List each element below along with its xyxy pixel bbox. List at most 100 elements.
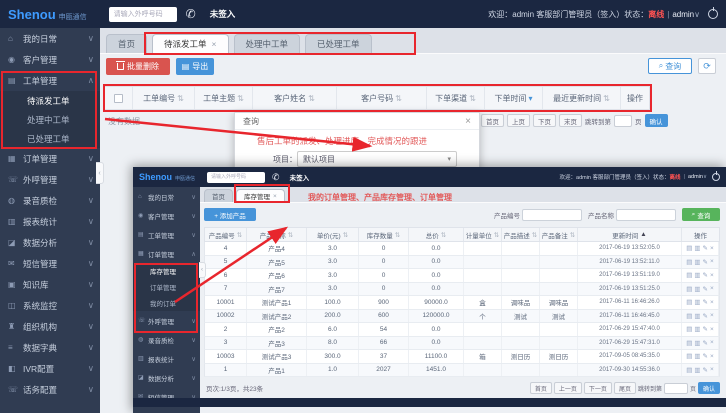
table-row[interactable]: 10002测试产品2200.0600120000.0个测试测试2017-06-1…: [204, 310, 720, 324]
pager-prev-button[interactable]: 上一页: [554, 382, 582, 394]
column-header[interactable]: 总价⇅: [409, 228, 464, 241]
edit-icon[interactable]: ✎: [703, 298, 708, 306]
phone-icon[interactable]: ✆: [186, 7, 196, 21]
delete-icon[interactable]: ×: [710, 353, 714, 360]
pager-prev-button[interactable]: 上页: [507, 114, 530, 127]
stock-icon[interactable]: ▥: [694, 352, 700, 360]
sidebar-item-outbound-management[interactable]: ☏外呼管理∨: [133, 311, 200, 330]
stock-icon[interactable]: ▥: [694, 271, 700, 279]
table-row[interactable]: 6产品63.000.02017-06-19 13:51:19.0▤▥✎×: [204, 269, 720, 283]
sidebar-item-system-monitor[interactable]: ◫系统监控∨: [0, 295, 100, 316]
edit-icon[interactable]: ✎: [703, 244, 708, 252]
export-button[interactable]: ▤ 导出: [176, 58, 214, 75]
detail-icon[interactable]: ▤: [686, 366, 692, 374]
phone-icon[interactable]: ✆: [272, 172, 280, 183]
sidebar-subitem-my-orders[interactable]: 我的订单: [133, 295, 200, 311]
column-header[interactable]: 单价(元)⇅: [307, 228, 359, 241]
sidebar-item-my-daily[interactable]: ⌂我的日常∨: [0, 28, 100, 49]
sidebar-item-telephony-config[interactable]: ☏话务配置∨: [0, 379, 100, 400]
pager-next-button[interactable]: 下一页: [584, 382, 612, 394]
column-header[interactable]: 产品备注⇅: [540, 228, 578, 241]
sidebar-item-organization[interactable]: ♜组织机构∨: [0, 316, 100, 337]
edit-icon[interactable]: ✎: [703, 312, 708, 320]
sidebar-subitem-pending-workorders[interactable]: 待派发工单: [0, 91, 100, 110]
sidebar-item-data-analysis[interactable]: ◪数据分析∨: [133, 368, 200, 387]
pager-confirm-button[interactable]: 确认: [645, 114, 668, 127]
stock-icon[interactable]: ▥: [694, 366, 700, 374]
tab-home[interactable]: 首页: [106, 34, 147, 53]
product-search-button[interactable]: ⌕ 查询: [682, 208, 720, 221]
table-row[interactable]: 1产品11.020271451.02017-09-30 14:55:36.0▤▥…: [204, 364, 720, 378]
power-icon[interactable]: [712, 173, 720, 181]
sidebar-item-my-daily[interactable]: ⌂我的日常∨: [133, 187, 200, 206]
sidebar-item-report-statistics[interactable]: ▥报表统计∨: [133, 349, 200, 368]
sidebar-item-order-management[interactable]: ▦订单管理∨: [0, 148, 100, 169]
pager-jump-input[interactable]: [664, 383, 688, 394]
detail-icon[interactable]: ▤: [686, 325, 692, 333]
column-header[interactable]: 操作: [682, 228, 719, 241]
sidebar-item-data-analysis[interactable]: ◪数据分析∨: [0, 232, 100, 253]
column-header[interactable]: 计量单位⇅: [464, 228, 502, 241]
pager-first-button[interactable]: 首页: [530, 382, 552, 394]
delete-icon[interactable]: ×: [710, 299, 714, 306]
sidebar-item-data-dictionary[interactable]: ≡数据字典∨: [0, 337, 100, 358]
table-row[interactable]: 2产品26.0540.02017-06-29 15:47:40.0▤▥✎×: [204, 323, 720, 337]
search-button[interactable]: ⌕ 查询: [648, 58, 692, 74]
tab-home[interactable]: 首页: [204, 189, 233, 202]
sidebar-item-report-statistics[interactable]: ▥报表统计∨: [0, 211, 100, 232]
dial-number-input[interactable]: [207, 172, 265, 183]
sidebar-subitem-processed-workorders[interactable]: 已处理工单: [0, 129, 100, 148]
column-header[interactable]: 产品编号⇅: [205, 228, 247, 241]
select-all-checkbox[interactable]: [114, 94, 123, 103]
table-row[interactable]: 5产品53.000.02017-06-19 13:52:11.0▤▥✎×: [204, 256, 720, 270]
column-header[interactable]: 下单时间▾: [485, 87, 543, 109]
edit-icon[interactable]: ✎: [703, 258, 708, 266]
batch-delete-button[interactable]: 批量删除: [106, 58, 170, 75]
delete-icon[interactable]: ×: [710, 366, 714, 373]
column-header[interactable]: 工单主题⇅: [195, 87, 253, 109]
close-icon[interactable]: ×: [465, 116, 471, 127]
sidebar-subitem-processing-workorders[interactable]: 处理中工单: [0, 110, 100, 129]
column-header[interactable]: 产品名称⇅: [247, 228, 307, 241]
product-code-input[interactable]: [522, 209, 582, 221]
column-header[interactable]: 客户姓名⇅: [253, 87, 337, 109]
column-header[interactable]: 产品描述⇅: [502, 228, 540, 241]
sidebar-item-knowledge-base[interactable]: ▣知识库∨: [0, 274, 100, 295]
sidebar-subitem-inventory-management[interactable]: 库存管理: [133, 263, 200, 279]
column-header[interactable]: 客户号码⇅: [337, 87, 427, 109]
table-row[interactable]: 10001测试产品1100.090090000.0盒调味品调味品2017-06-…: [204, 296, 720, 310]
tab-pending-workorders[interactable]: 待派发工单×: [152, 34, 228, 53]
pager-first-button[interactable]: 首页: [481, 114, 504, 127]
edit-icon[interactable]: ✎: [703, 339, 708, 347]
column-header[interactable]: 最近更新时间⇅: [543, 87, 621, 109]
stock-icon[interactable]: ▥: [694, 258, 700, 266]
sidebar-item-workorder-management[interactable]: ▤工单管理∧: [0, 70, 100, 91]
delete-icon[interactable]: ×: [710, 326, 714, 333]
stock-icon[interactable]: ▥: [694, 285, 700, 293]
add-product-button[interactable]: + 添加产品: [204, 208, 256, 221]
close-icon[interactable]: ×: [212, 39, 217, 49]
delete-icon[interactable]: ×: [710, 245, 714, 252]
sidebar-item-sms-management[interactable]: ✉短信管理∨: [0, 253, 100, 274]
user-menu[interactable]: admin: [672, 10, 694, 19]
delete-icon[interactable]: ×: [710, 339, 714, 346]
detail-icon[interactable]: ▤: [686, 312, 692, 320]
detail-icon[interactable]: ▤: [686, 285, 692, 293]
sidebar-item-recording-qc[interactable]: ◍录音质检∨: [133, 330, 200, 349]
dial-number-input[interactable]: [109, 7, 177, 22]
delete-icon[interactable]: ×: [710, 285, 714, 292]
edit-icon[interactable]: ✎: [703, 271, 708, 279]
detail-icon[interactable]: ▤: [686, 298, 692, 306]
sidebar-item-workorder-management[interactable]: ▤工单管理∨: [133, 225, 200, 244]
table-row[interactable]: 7产品73.000.02017-06-19 13:51:25.0▤▥✎×: [204, 283, 720, 297]
detail-icon[interactable]: ▤: [686, 352, 692, 360]
pager-last-button[interactable]: 尾页: [614, 382, 636, 394]
sidebar-item-knowledge-base[interactable]: ▣知识库∨: [133, 406, 200, 413]
sidebar-item-ivr-config[interactable]: ◧IVR配置∨: [0, 358, 100, 379]
stock-icon[interactable]: ▥: [694, 244, 700, 252]
table-row[interactable]: 3产品38.0660.02017-06-29 15:47:31.0▤▥✎×: [204, 337, 720, 351]
sidebar-item-customer-management[interactable]: ◉客户管理∨: [0, 49, 100, 70]
edit-icon[interactable]: ✎: [703, 366, 708, 374]
table-row[interactable]: 10003测试产品3300.03711100.0箱测日历测日历2017-09-0…: [204, 350, 720, 364]
pager-last-button[interactable]: 末页: [559, 114, 582, 127]
